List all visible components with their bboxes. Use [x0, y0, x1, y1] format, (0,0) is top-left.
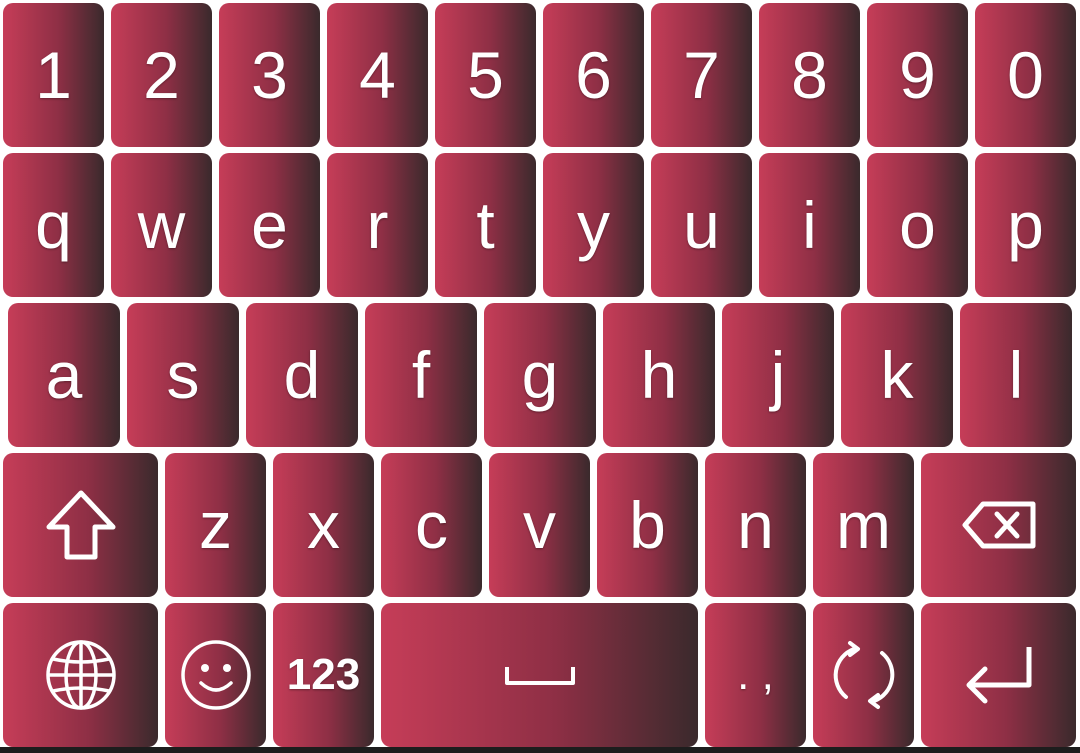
key-m[interactable]: m — [813, 453, 914, 597]
key-label: v — [523, 488, 556, 562]
key-c[interactable]: c — [381, 453, 482, 597]
key-g[interactable]: g — [484, 303, 596, 447]
key-e[interactable]: e — [219, 153, 320, 297]
key-d[interactable]: d — [246, 303, 358, 447]
enter-key[interactable] — [921, 603, 1076, 747]
space-key[interactable] — [381, 603, 698, 747]
key-y[interactable]: y — [543, 153, 644, 297]
soft-keyboard: 1 2 3 4 5 6 7 8 9 0 q w e r t y u i o p … — [0, 0, 1080, 753]
numbers-label: 123 — [286, 650, 361, 699]
key-label: z — [199, 488, 232, 562]
punctuation-key[interactable]: . , — [705, 603, 806, 747]
key-6[interactable]: 6 — [543, 3, 644, 147]
key-label: x — [307, 488, 340, 562]
key-label: m — [836, 488, 891, 562]
key-8[interactable]: 8 — [759, 3, 860, 147]
key-9[interactable]: 9 — [867, 3, 968, 147]
home-row: a s d f g h j k l — [0, 303, 1080, 447]
backspace-icon — [962, 501, 1035, 549]
bottom-border — [0, 747, 1080, 753]
key-s[interactable]: s — [127, 303, 239, 447]
key-label: e — [251, 188, 288, 262]
number-row: 1 2 3 4 5 6 7 8 9 0 — [0, 3, 1080, 147]
key-label: c — [415, 488, 448, 562]
key-f[interactable]: f — [365, 303, 477, 447]
key-label: 3 — [251, 38, 288, 112]
key-a[interactable]: a — [8, 303, 120, 447]
space-bar-icon — [504, 667, 575, 685]
key-label: 2 — [143, 38, 180, 112]
key-label: 1 — [35, 38, 72, 112]
rotate-arrows-icon — [833, 641, 894, 709]
key-q[interactable]: q — [3, 153, 104, 297]
key-label: 8 — [791, 38, 828, 112]
key-label: b — [629, 488, 666, 562]
key-v[interactable]: v — [489, 453, 590, 597]
key-r[interactable]: r — [327, 153, 428, 297]
key-label: n — [737, 488, 774, 562]
key-k[interactable]: k — [841, 303, 953, 447]
key-0[interactable]: 0 — [975, 3, 1076, 147]
backspace-key[interactable] — [921, 453, 1076, 597]
key-7[interactable]: 7 — [651, 3, 752, 147]
key-o[interactable]: o — [867, 153, 968, 297]
key-p[interactable]: p — [975, 153, 1076, 297]
smiley-icon — [180, 640, 251, 710]
top-letter-row: q w e r t y u i o p — [0, 153, 1080, 297]
key-label: 7 — [683, 38, 720, 112]
key-label: k — [880, 338, 914, 412]
bottom-letter-row: z x c v b n m — [0, 453, 1080, 597]
key-label: l — [1008, 338, 1024, 412]
key-i[interactable]: i — [759, 153, 860, 297]
shift-arrow-icon — [46, 490, 115, 560]
key-n[interactable]: n — [705, 453, 806, 597]
key-b[interactable]: b — [597, 453, 698, 597]
numbers-key[interactable]: 123 — [273, 603, 374, 747]
globe-icon — [45, 640, 116, 710]
key-label: 6 — [575, 38, 612, 112]
key-l[interactable]: l — [960, 303, 1072, 447]
key-label: a — [45, 338, 83, 412]
enter-arrow-icon — [966, 647, 1031, 704]
key-3[interactable]: 3 — [219, 3, 320, 147]
key-h[interactable]: h — [603, 303, 715, 447]
language-key[interactable] — [3, 603, 158, 747]
key-w[interactable]: w — [111, 153, 212, 297]
key-u[interactable]: u — [651, 153, 752, 297]
switch-key[interactable] — [813, 603, 914, 747]
key-label: j — [770, 338, 786, 412]
key-x[interactable]: x — [273, 453, 374, 597]
key-j[interactable]: j — [722, 303, 834, 447]
key-label: 4 — [359, 38, 396, 112]
key-label: r — [366, 188, 389, 262]
shift-key[interactable] — [3, 453, 158, 597]
key-label: 9 — [899, 38, 936, 112]
key-1[interactable]: 1 — [3, 3, 104, 147]
key-label: w — [137, 188, 186, 262]
key-label: 0 — [1007, 38, 1044, 112]
key-label: i — [802, 188, 817, 262]
key-label: u — [683, 188, 720, 262]
punctuation-label: . , — [737, 650, 774, 699]
key-label: y — [577, 188, 610, 262]
key-5[interactable]: 5 — [435, 3, 536, 147]
key-2[interactable]: 2 — [111, 3, 212, 147]
key-label: q — [35, 188, 72, 262]
emoji-key[interactable] — [165, 603, 266, 747]
key-label: o — [899, 188, 936, 262]
key-label: t — [476, 188, 495, 262]
key-label: f — [411, 338, 431, 412]
key-t[interactable]: t — [435, 153, 536, 297]
function-row: 123 . , — [0, 603, 1080, 747]
key-label: s — [166, 338, 200, 412]
key-label: h — [640, 338, 678, 412]
key-4[interactable]: 4 — [327, 3, 428, 147]
key-label: 5 — [467, 38, 504, 112]
key-label: d — [283, 338, 321, 412]
key-label: p — [1007, 188, 1044, 262]
key-z[interactable]: z — [165, 453, 266, 597]
key-label: g — [521, 338, 559, 412]
